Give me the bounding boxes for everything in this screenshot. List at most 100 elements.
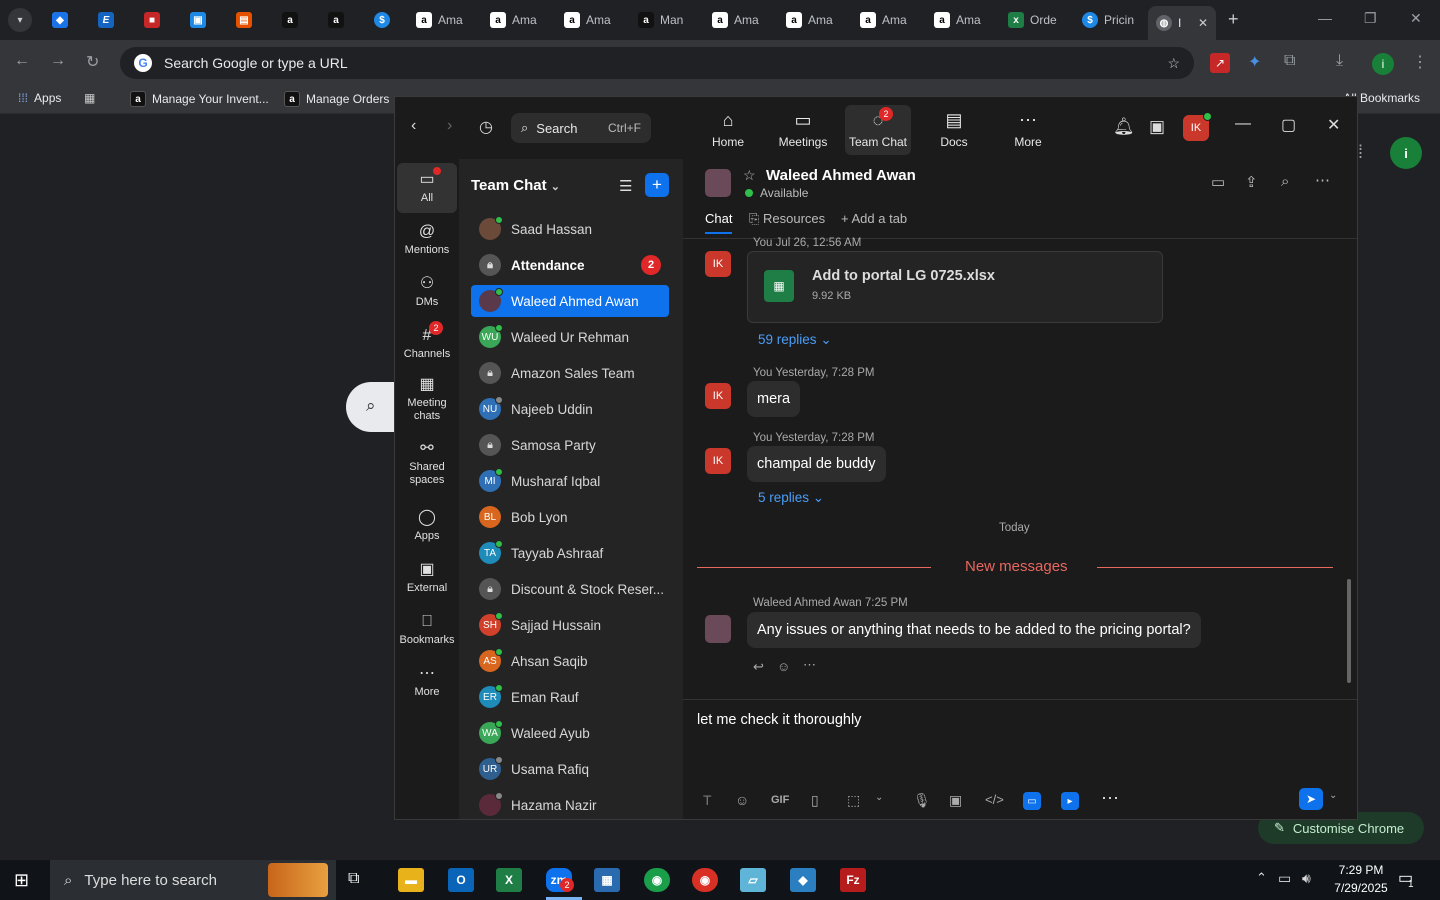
rail-all[interactable]: ▭ All bbox=[397, 163, 457, 213]
rail-meeting-chats[interactable]: ▦ Meeting chats bbox=[397, 371, 457, 429]
tab[interactable]: a Ama bbox=[934, 6, 1000, 34]
reload-icon[interactable]: ↻ bbox=[86, 52, 99, 72]
filter-icon[interactable]: ☰ bbox=[619, 177, 632, 195]
rail-shared-spaces[interactable]: ⚯ Shared spaces bbox=[397, 435, 457, 493]
notepad-icon[interactable]: ▱ bbox=[740, 868, 766, 892]
chat-list-item[interactable]: AS Ahsan Saqib bbox=[471, 645, 669, 677]
screenshot-icon[interactable]: ⬚ bbox=[847, 792, 860, 809]
extension-red-icon[interactable]: ↗ bbox=[1210, 53, 1230, 73]
rail-more[interactable]: ⋯ More bbox=[397, 657, 457, 707]
chat-list-title[interactable]: Team Chat ⌄ bbox=[471, 177, 560, 194]
rail-apps[interactable]: ◯ Apps bbox=[397, 501, 457, 551]
chat-list-item[interactable]: MI Musharaf Iqbal bbox=[471, 465, 669, 497]
chat-list-item[interactable]: Hazama Nazir bbox=[471, 789, 669, 819]
pinned-tab-4[interactable]: ▣ bbox=[190, 12, 206, 28]
message-composer[interactable]: let me check it thoroughly T ☺ GIF ▯ ⬚ ⌄… bbox=[683, 699, 1357, 819]
back-icon[interactable]: ‹ bbox=[411, 117, 416, 135]
pinned-tab-1[interactable]: ◆ bbox=[52, 12, 68, 28]
pinned-tab-5[interactable]: ▤ bbox=[236, 12, 252, 28]
more-tools-icon[interactable]: ⋯ bbox=[1101, 788, 1119, 809]
google-profile-avatar[interactable]: i bbox=[1390, 137, 1422, 169]
microphone-icon[interactable]: 🎙︎ bbox=[913, 792, 931, 809]
rail-dms[interactable]: ⚇ DMs bbox=[397, 267, 457, 317]
chat-list-item[interactable]: NU Najeeb Uddin bbox=[471, 393, 669, 425]
file-icon[interactable]: ▯ bbox=[811, 792, 819, 809]
file-attachment[interactable]: ▦ Add to portal LG 0725.xlsx 9.92 KB bbox=[747, 251, 1163, 323]
tab-add[interactable]: + Add a tab bbox=[841, 211, 907, 226]
tray-overflow-icon[interactable]: ⌃ bbox=[1256, 870, 1267, 886]
back-icon[interactable]: ← bbox=[14, 52, 30, 70]
excel-icon[interactable]: X bbox=[496, 868, 522, 892]
minimize-icon[interactable]: — bbox=[1318, 10, 1332, 26]
composer-input[interactable]: let me check it thoroughly bbox=[697, 712, 861, 728]
user-avatar[interactable]: IK bbox=[1183, 112, 1212, 141]
chat-list-item[interactable]: 🔒︎ Samosa Party bbox=[471, 429, 669, 461]
rail-bookmarks[interactable]: ⎕ Bookmarks bbox=[397, 605, 457, 655]
nav-more[interactable]: ⋯ More bbox=[995, 105, 1061, 155]
forward-icon[interactable]: → bbox=[50, 52, 66, 70]
minimize-icon[interactable]: — bbox=[1235, 115, 1251, 133]
send-button[interactable]: ➤ bbox=[1299, 788, 1323, 810]
chat-list-item[interactable]: UR Usama Rafiq bbox=[471, 753, 669, 785]
calculator-icon[interactable]: ▦ bbox=[594, 868, 620, 892]
outlook-icon[interactable]: O bbox=[448, 868, 474, 892]
app-icon[interactable]: ◆ bbox=[790, 868, 816, 892]
bookmark-grid[interactable]: ▦ bbox=[84, 91, 95, 105]
chat-list-item[interactable]: WA Waleed Ayub bbox=[471, 717, 669, 749]
chat-list-item[interactable]: 🔒︎ Attendance 2 bbox=[471, 249, 669, 281]
tab[interactable]: x Orde bbox=[1008, 6, 1074, 34]
chat-list-item[interactable]: BL Bob Lyon bbox=[471, 501, 669, 533]
task-view-icon[interactable]: ⧉ bbox=[348, 870, 359, 888]
chat-list-item[interactable]: SH Sajjad Hussain bbox=[471, 609, 669, 641]
pinned-tab-amazon-1[interactable]: a bbox=[282, 12, 298, 28]
history-icon[interactable]: ◷ bbox=[479, 117, 493, 137]
pinned-tab-dollar[interactable]: $ bbox=[374, 12, 390, 28]
chrome-icon[interactable]: ◉ bbox=[644, 868, 670, 892]
network-icon[interactable]: ▭ bbox=[1278, 870, 1291, 887]
tab-resources[interactable]: ⎘ Resources bbox=[749, 211, 825, 227]
tab[interactable]: a Ama bbox=[564, 6, 630, 34]
tab[interactable]: $ Pricin bbox=[1082, 6, 1148, 34]
gift-icon[interactable]: ▣ bbox=[1149, 117, 1165, 137]
new-tab-icon[interactable]: + bbox=[1228, 9, 1239, 30]
zoom-app-icon[interactable]: ▭ bbox=[1023, 792, 1041, 810]
nav-team-chat[interactable]: ◌ Team Chat 2 bbox=[845, 105, 911, 155]
message-more-icon[interactable]: ⋯ bbox=[803, 657, 816, 673]
tab[interactable]: a Ama bbox=[860, 6, 926, 34]
extensions-puzzle-icon[interactable]: ⧉ bbox=[1284, 52, 1295, 70]
format-text-icon[interactable]: T bbox=[703, 792, 712, 808]
file-explorer-icon[interactable]: ▬ bbox=[398, 868, 424, 892]
tab-active[interactable]: ◍ I ✕ bbox=[1148, 6, 1216, 40]
nav-docs[interactable]: ▤ Docs bbox=[921, 105, 987, 155]
chevron-down-icon[interactable]: ⌄ bbox=[1329, 790, 1337, 801]
chat-list-item[interactable]: Saad Hassan bbox=[471, 213, 669, 245]
chrome-menu-icon[interactable]: ⋮ bbox=[1412, 52, 1428, 72]
tab-search-icon[interactable]: ▾ bbox=[8, 8, 32, 32]
replies-link[interactable]: 59 replies ⌄ bbox=[758, 332, 832, 348]
scrollbar-thumb[interactable] bbox=[1347, 579, 1351, 683]
close-window-icon[interactable]: ✕ bbox=[1410, 10, 1422, 27]
clock-date[interactable]: 7/29/2025 bbox=[1326, 881, 1396, 895]
bookmark-apps[interactable]: ⁞⁞⁞ Apps bbox=[18, 91, 61, 105]
rail-external[interactable]: ▣ External bbox=[397, 553, 457, 603]
tab[interactable]: a Ama bbox=[786, 6, 852, 34]
more-options-icon[interactable]: ⋯ bbox=[1315, 171, 1330, 189]
bookmark-star-icon[interactable]: ☆ bbox=[1167, 55, 1180, 72]
omnibox[interactable]: G Search Google or type a URL ☆ bbox=[120, 47, 1194, 79]
bookmark-item[interactable]: a Manage Your Invent... bbox=[130, 91, 269, 107]
maximize-icon[interactable]: ▢ bbox=[1281, 115, 1296, 135]
rail-channels[interactable]: # Channels 2 bbox=[397, 319, 457, 369]
new-chat-button[interactable]: + bbox=[645, 173, 669, 197]
tab[interactable]: a Ama bbox=[490, 6, 556, 34]
code-icon[interactable]: </> bbox=[985, 792, 1004, 807]
tab-chat[interactable]: Chat bbox=[705, 211, 733, 234]
close-icon[interactable]: ✕ bbox=[1327, 115, 1340, 135]
chrome-profile-icon[interactable]: ◉ bbox=[692, 868, 718, 892]
clock-time[interactable]: 7:29 PM bbox=[1330, 863, 1392, 877]
chat-list-item[interactable]: 🔒︎ Discount & Stock Reser... bbox=[471, 573, 669, 605]
download-icon[interactable]: ⤓ bbox=[1336, 52, 1343, 70]
share-screen-icon[interactable]: ⇪ bbox=[1245, 173, 1258, 191]
chat-list-item[interactable]: Waleed Ahmed Awan bbox=[471, 285, 669, 317]
nav-meetings[interactable]: ▭ Meetings bbox=[770, 105, 836, 155]
pinned-tab-amazon-2[interactable]: a bbox=[328, 12, 344, 28]
